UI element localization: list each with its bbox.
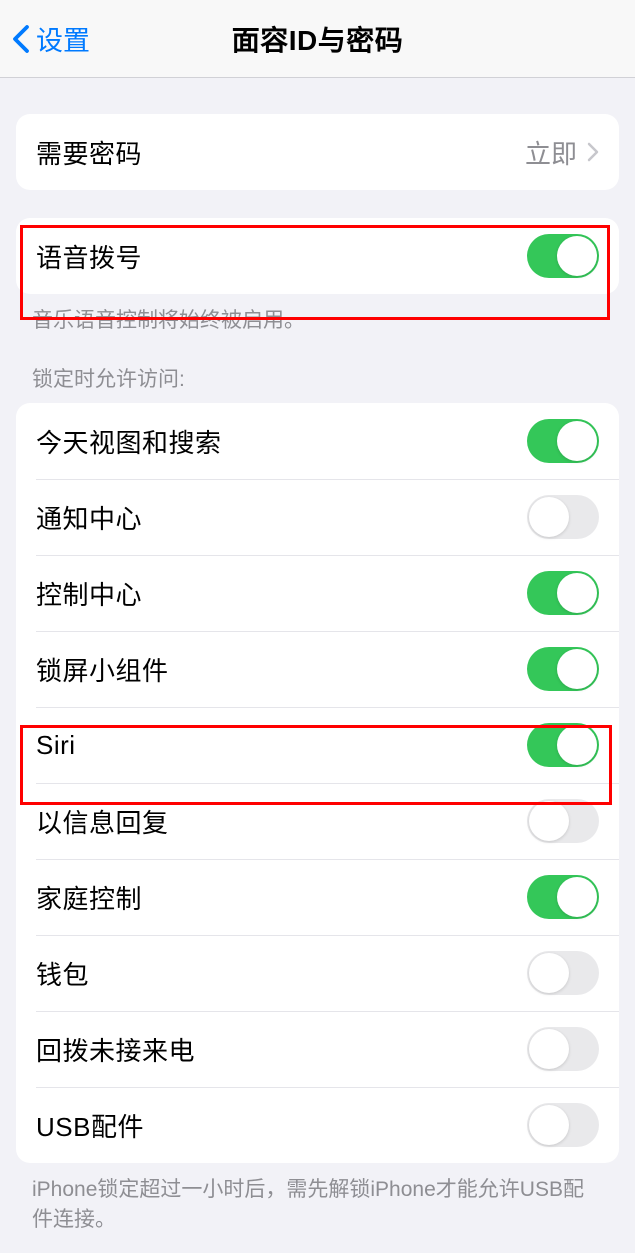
require-passcode-row[interactable]: 需要密码 立即 xyxy=(16,114,619,190)
lock-access-row: 控制中心 xyxy=(16,555,619,631)
require-passcode-group: 需要密码 立即 xyxy=(16,114,619,190)
toggle-knob xyxy=(557,421,597,461)
lock-access-label: 回拨未接来电 xyxy=(36,1031,195,1068)
voice-dial-toggle[interactable] xyxy=(527,234,599,278)
lock-access-row: 通知中心 xyxy=(16,479,619,555)
lock-access-label: Siri xyxy=(36,730,76,761)
lock-access-label: USB配件 xyxy=(36,1107,144,1144)
toggle-knob xyxy=(557,573,597,613)
lock-access-label: 以信息回复 xyxy=(36,803,169,840)
chevron-right-icon xyxy=(587,142,599,162)
toggle-knob xyxy=(529,801,569,841)
page-title: 面容ID与密码 xyxy=(232,19,404,59)
navigation-header: 设置 面容ID与密码 xyxy=(0,0,635,78)
toggle-knob xyxy=(529,497,569,537)
lock-access-row: 家庭控制 xyxy=(16,859,619,935)
toggle-knob xyxy=(557,236,597,276)
require-passcode-label: 需要密码 xyxy=(36,134,142,171)
lock-access-toggle[interactable] xyxy=(527,419,599,463)
lock-access-row: USB配件 xyxy=(16,1087,619,1163)
lock-access-label: 钱包 xyxy=(36,955,89,992)
lock-access-label: 家庭控制 xyxy=(36,879,142,916)
lock-access-footer: iPhone锁定超过一小时后，需先解锁iPhone才能允许USB配件连接。 xyxy=(0,1163,635,1234)
lock-access-row: 锁屏小组件 xyxy=(16,631,619,707)
lock-access-row: Siri xyxy=(16,707,619,783)
lock-access-label: 锁屏小组件 xyxy=(36,651,169,688)
lock-access-toggle[interactable] xyxy=(527,495,599,539)
lock-access-toggle[interactable] xyxy=(527,647,599,691)
lock-access-row: 以信息回复 xyxy=(16,783,619,859)
lock-access-label: 通知中心 xyxy=(36,499,142,536)
lock-access-toggle[interactable] xyxy=(527,799,599,843)
lock-access-toggle[interactable] xyxy=(527,723,599,767)
lock-access-row: 钱包 xyxy=(16,935,619,1011)
lock-access-label: 今天视图和搜索 xyxy=(36,423,222,460)
toggle-knob xyxy=(557,725,597,765)
chevron-left-icon xyxy=(12,24,30,54)
lock-access-row: 回拨未接来电 xyxy=(16,1011,619,1087)
back-label: 设置 xyxy=(36,19,90,58)
voice-dial-footer: 音乐语音控制将始终被启用。 xyxy=(0,294,635,335)
toggle-knob xyxy=(529,1105,569,1145)
voice-dial-label: 语音拨号 xyxy=(36,238,142,275)
row-right: 立即 xyxy=(525,134,599,171)
require-passcode-value: 立即 xyxy=(525,134,577,171)
lock-access-row: 今天视图和搜索 xyxy=(16,403,619,479)
voice-dial-row: 语音拨号 xyxy=(16,218,619,294)
lock-access-group: 今天视图和搜索通知中心控制中心锁屏小组件 Siri 以信息回复家庭控制钱包回拨未接来… xyxy=(16,403,619,1163)
voice-dial-group: 语音拨号 xyxy=(16,218,619,294)
lock-access-toggle[interactable] xyxy=(527,1027,599,1071)
back-button[interactable]: 设置 xyxy=(0,19,90,58)
toggle-knob xyxy=(529,1029,569,1069)
lock-access-toggle[interactable] xyxy=(527,1103,599,1147)
toggle-knob xyxy=(557,877,597,917)
lock-access-toggle[interactable] xyxy=(527,951,599,995)
lock-access-toggle[interactable] xyxy=(527,875,599,919)
lock-access-toggle[interactable] xyxy=(527,571,599,615)
toggle-knob xyxy=(529,953,569,993)
lock-access-header: 锁定时允许访问: xyxy=(0,335,635,403)
toggle-knob xyxy=(557,649,597,689)
lock-access-label: 控制中心 xyxy=(36,575,142,612)
